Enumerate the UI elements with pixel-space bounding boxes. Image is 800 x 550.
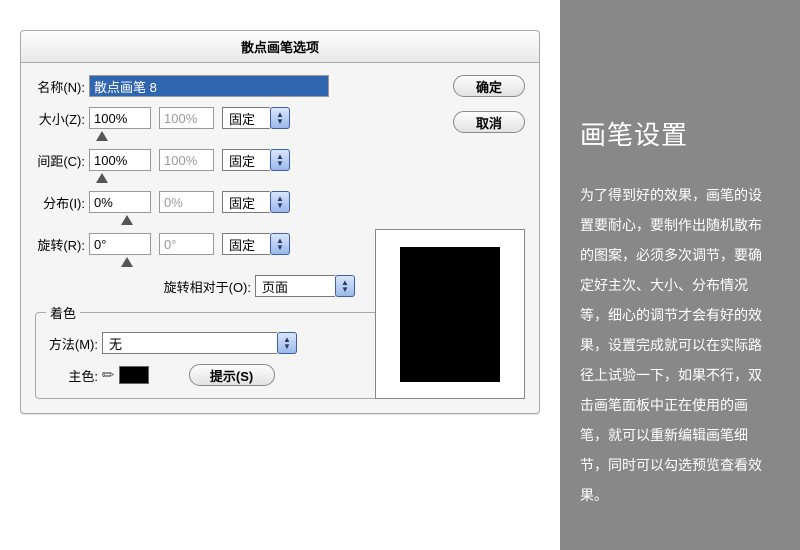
- dialog-title: 散点画笔选项: [21, 31, 539, 63]
- colorization-group: 着色 方法(M): 无 ▲▼ 主色: ✎ 提示(S): [35, 303, 385, 399]
- side-heading: 画笔设置: [580, 115, 775, 152]
- scatter-mode-select[interactable]: 固定 ▲▼: [222, 191, 290, 213]
- rotation-mode-select[interactable]: 固定 ▲▼: [222, 233, 290, 255]
- method-select[interactable]: 无 ▲▼: [102, 332, 297, 354]
- chevron-updown-icon: ▲▼: [335, 275, 355, 297]
- ok-button[interactable]: 确定: [453, 75, 525, 97]
- colorization-legend: 着色: [46, 303, 80, 322]
- scatter-input-2: [159, 191, 214, 213]
- rotation-relative-label: 旋转相对于(O):: [35, 277, 255, 296]
- spacing-slider[interactable]: [93, 173, 155, 187]
- key-color-swatch[interactable]: [119, 366, 149, 384]
- rotation-input-2: [159, 233, 214, 255]
- method-label: 方法(M):: [46, 334, 102, 353]
- chevron-updown-icon: ▲▼: [270, 233, 290, 255]
- brush-preview: [375, 229, 525, 399]
- chevron-updown-icon: ▲▼: [270, 107, 290, 129]
- scatter-slider[interactable]: [93, 215, 155, 229]
- chevron-updown-icon: ▲▼: [270, 191, 290, 213]
- rotation-relative-select[interactable]: 页面 ▲▼: [255, 275, 355, 297]
- hint-button[interactable]: 提示(S): [189, 364, 275, 386]
- size-input-1[interactable]: [89, 107, 151, 129]
- scatter-label: 分布(I):: [35, 193, 89, 212]
- rotation-input-1[interactable]: [89, 233, 151, 255]
- side-body: 为了得到好的效果，画笔的设置要耐心，要制作出随机散布的图案，必须多次调节，要确定…: [580, 180, 775, 510]
- scatter-input-1[interactable]: [89, 191, 151, 213]
- key-color-label: 主色:: [46, 366, 102, 385]
- size-slider[interactable]: [93, 131, 155, 145]
- chevron-updown-icon: ▲▼: [270, 149, 290, 171]
- spacing-mode-select[interactable]: 固定 ▲▼: [222, 149, 290, 171]
- rotation-slider[interactable]: [93, 257, 155, 271]
- name-input[interactable]: [89, 75, 329, 97]
- size-input-2: [159, 107, 214, 129]
- size-mode-select[interactable]: 固定 ▲▼: [222, 107, 290, 129]
- spacing-input-2: [159, 149, 214, 171]
- side-article: 画笔设置 为了得到好的效果，画笔的设置要耐心，要制作出随机散布的图案，必须多次调…: [580, 0, 800, 550]
- spacing-label: 间距(C):: [35, 151, 89, 170]
- scatter-brush-dialog: 散点画笔选项 确定 取消 名称(N): 大小(Z): 固定 ▲▼: [20, 30, 540, 414]
- preview-swatch: [400, 247, 500, 382]
- spacing-input-1[interactable]: [89, 149, 151, 171]
- size-label: 大小(Z):: [35, 109, 89, 128]
- cancel-button[interactable]: 取消: [453, 111, 525, 133]
- name-label: 名称(N):: [35, 77, 89, 96]
- rotation-label: 旋转(R):: [35, 235, 89, 254]
- chevron-updown-icon: ▲▼: [277, 332, 297, 354]
